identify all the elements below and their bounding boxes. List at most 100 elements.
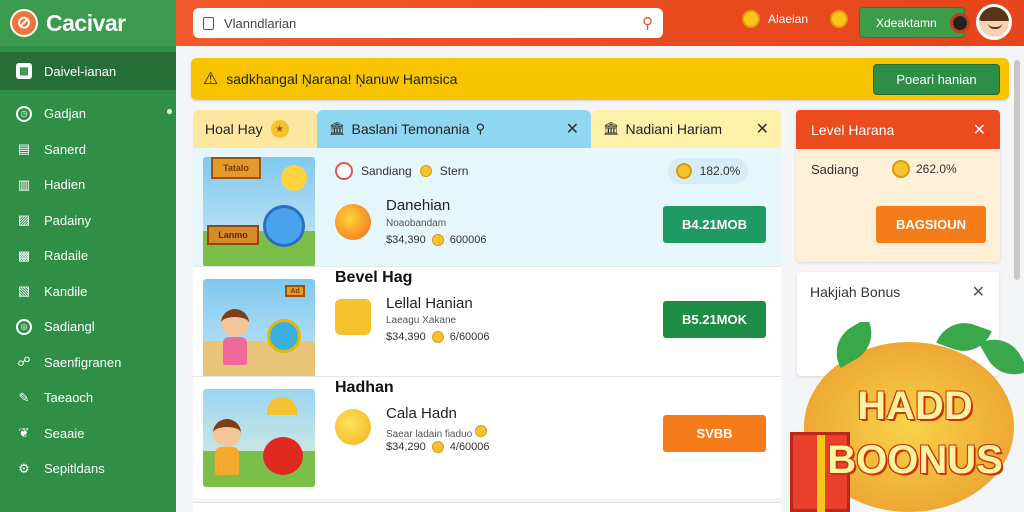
sidebar-item-11[interactable]: ⚙ Sepitldans xyxy=(0,451,176,487)
alert-banner: ⚠ sadkhangal Ņarana! Ņanuw Hamsica Poear… xyxy=(191,58,1009,100)
search-icon: ⚲ xyxy=(475,121,486,136)
banner-button[interactable]: Poeari hanian xyxy=(873,64,1000,95)
percent-value: 182.0% xyxy=(699,164,741,178)
clock-icon: ◷ xyxy=(16,105,32,122)
sidebar-nav: ▦ Daivel-ianan ◷ Gadjan ▤ Sanerd ▥ Hadien ▨ Padai… xyxy=(0,46,176,487)
app-name: Cacivar xyxy=(46,9,126,36)
action-button[interactable]: B4.21MOB xyxy=(663,206,766,243)
building-icon: 🏛 xyxy=(329,121,346,136)
sidebar-item-label: Padainy xyxy=(44,212,91,228)
list-icon: ▧ xyxy=(17,283,31,299)
warning-icon: ⚠ xyxy=(203,69,219,88)
grid-icon: ▦ xyxy=(16,63,32,79)
pen-icon: ✎ xyxy=(18,389,30,405)
level-card: Level Harana ✕ Sadiang 262.0% BAGSIOUN xyxy=(796,110,1000,262)
level-label: Sadiang xyxy=(811,162,859,177)
bonus-promo-image[interactable]: HADD BOONUS xyxy=(790,322,1024,512)
section-title: Hadhan xyxy=(335,379,394,396)
coin-icon xyxy=(474,425,487,437)
sidebar-item-0[interactable]: ▦ Daivel-ianan xyxy=(0,52,176,90)
game-icon xyxy=(335,409,371,445)
tab-1[interactable]: Hoal Hay ★ xyxy=(193,110,317,148)
action-button[interactable]: B5.21MOK xyxy=(663,301,766,338)
list-footer xyxy=(193,502,781,512)
document-icon xyxy=(203,16,214,30)
promo-text-1: HADD xyxy=(857,384,973,428)
coin-icon xyxy=(431,234,444,246)
leaf-icon: ❦ xyxy=(18,425,30,441)
sidebar-item-7[interactable]: ◎ Sadiangl xyxy=(0,309,176,345)
percent-pill: 182.0% xyxy=(668,158,748,184)
game-subtitle: Saear ladain fiaduo xyxy=(386,429,473,440)
tab-bar: Hoal Hay ★ 🏛 Baslani Temonania ⚲ ✕ 🏛 Nad… xyxy=(193,110,781,148)
sidebar-item-10[interactable]: ❦ Seaaie xyxy=(0,416,176,452)
tab-3[interactable]: 🏛 Nadiani Hariam ✕ xyxy=(591,110,781,148)
sidebar-item-1[interactable]: ◷ Gadjan xyxy=(0,96,176,132)
notification-icon xyxy=(742,10,760,28)
settings-icon: ⚙ xyxy=(18,460,30,476)
list-item[interactable]: Ad Bevel Hag Lellal Hanian Laeagu Xakane… xyxy=(193,266,781,377)
game-coins: 4/60006 xyxy=(449,441,490,453)
row-meta-label: Sandiang xyxy=(361,164,412,178)
ball-icon xyxy=(335,162,353,180)
game-title: Danehian xyxy=(386,197,451,214)
character-icon xyxy=(267,319,301,353)
game-price: $34,290 xyxy=(386,441,426,453)
coin-icon xyxy=(431,331,444,343)
scrollbar[interactable] xyxy=(1014,60,1020,280)
level-button[interactable]: BAGSIOUN xyxy=(876,206,986,243)
sidebar-item-label: Hadien xyxy=(44,177,86,193)
thumbnail-sign: Tatalo xyxy=(211,157,261,179)
coin-icon xyxy=(419,165,432,177)
close-icon[interactable]: ✕ xyxy=(756,119,769,139)
promo-text-2: BOONUS xyxy=(827,438,1003,482)
cart-icon: ▤ xyxy=(17,141,31,157)
avatar[interactable] xyxy=(976,4,1012,40)
logo-icon: ⊘ xyxy=(10,9,38,37)
bonus-title: Hakjiah Bonus xyxy=(810,284,901,300)
coins-balance[interactable] xyxy=(830,10,848,28)
notifications[interactable]: Alaeian xyxy=(742,10,808,28)
tab-2-label: Baslani Temonania xyxy=(351,121,470,137)
game-thumbnail: Ad xyxy=(203,279,315,377)
game-price: $34,390 xyxy=(386,331,426,343)
close-icon[interactable]: ✕ xyxy=(972,282,985,302)
close-icon[interactable]: ✕ xyxy=(973,120,986,140)
row-meta-coin: Stern xyxy=(439,164,469,178)
target-icon: ◎ xyxy=(16,318,32,335)
bar-chart-icon: ▨ xyxy=(17,212,31,228)
sidebar-item-label: Saenfigranen xyxy=(44,354,122,370)
header-action-label: Xdeaktamn xyxy=(876,15,937,30)
close-icon[interactable]: ✕ xyxy=(566,119,579,139)
sidebar-item-6[interactable]: ▧ Kandile xyxy=(0,274,176,310)
sidebar-item-5[interactable]: ▩ Radaile xyxy=(0,238,176,274)
sidebar-item-label: Seaaie xyxy=(44,425,85,441)
section-title: Bevel Hag xyxy=(335,269,413,286)
sidebar-item-2[interactable]: ▤ Sanerd xyxy=(0,132,176,168)
search-input[interactable]: Vlanndlarian xyxy=(224,16,296,31)
sidebar-item-4[interactable]: ▨ Padainy xyxy=(0,203,176,239)
list-item[interactable]: Hadhan Cala Hadn Saear ladain fiaduo $34… xyxy=(193,376,781,487)
sidebar-item-8[interactable]: ☍ Saenfigranen xyxy=(0,345,176,381)
game-coins: 6/60006 xyxy=(449,331,490,343)
coin-icon xyxy=(892,160,910,178)
sidebar-item-label: Kandile xyxy=(44,283,88,299)
game-thumbnail xyxy=(203,389,315,487)
sidebar-item-label: Taeaoch xyxy=(44,390,94,406)
sidebar-item-3[interactable]: ▥ Hadien xyxy=(0,167,176,203)
tab-2[interactable]: 🏛 Baslani Temonania ⚲ ✕ xyxy=(317,110,591,148)
action-button[interactable]: SVBB xyxy=(663,415,766,452)
header-action-button[interactable]: Xdeaktamn xyxy=(859,7,970,38)
game-coins: 600006 xyxy=(449,234,487,246)
search-icon[interactable]: ⚲ xyxy=(642,14,653,32)
search-bar[interactable]: Vlanndlarian ⚲ xyxy=(193,8,663,38)
list-item[interactable]: Tatalo Lanmo Sandiang Stern 182.0% Daneh… xyxy=(193,148,781,267)
sidebar-item-label: Daivel-ianan xyxy=(44,63,117,79)
coin-icon xyxy=(830,10,848,28)
building-icon: 🏛 xyxy=(603,121,620,136)
tab-1-label: Hoal Hay xyxy=(205,121,263,137)
brand[interactable]: ⊘ Cacivar xyxy=(0,0,176,46)
coin-icon xyxy=(431,441,444,453)
sidebar-item-9[interactable]: ✎ Taeaoch xyxy=(0,380,176,416)
people-icon: ☍ xyxy=(17,354,31,370)
